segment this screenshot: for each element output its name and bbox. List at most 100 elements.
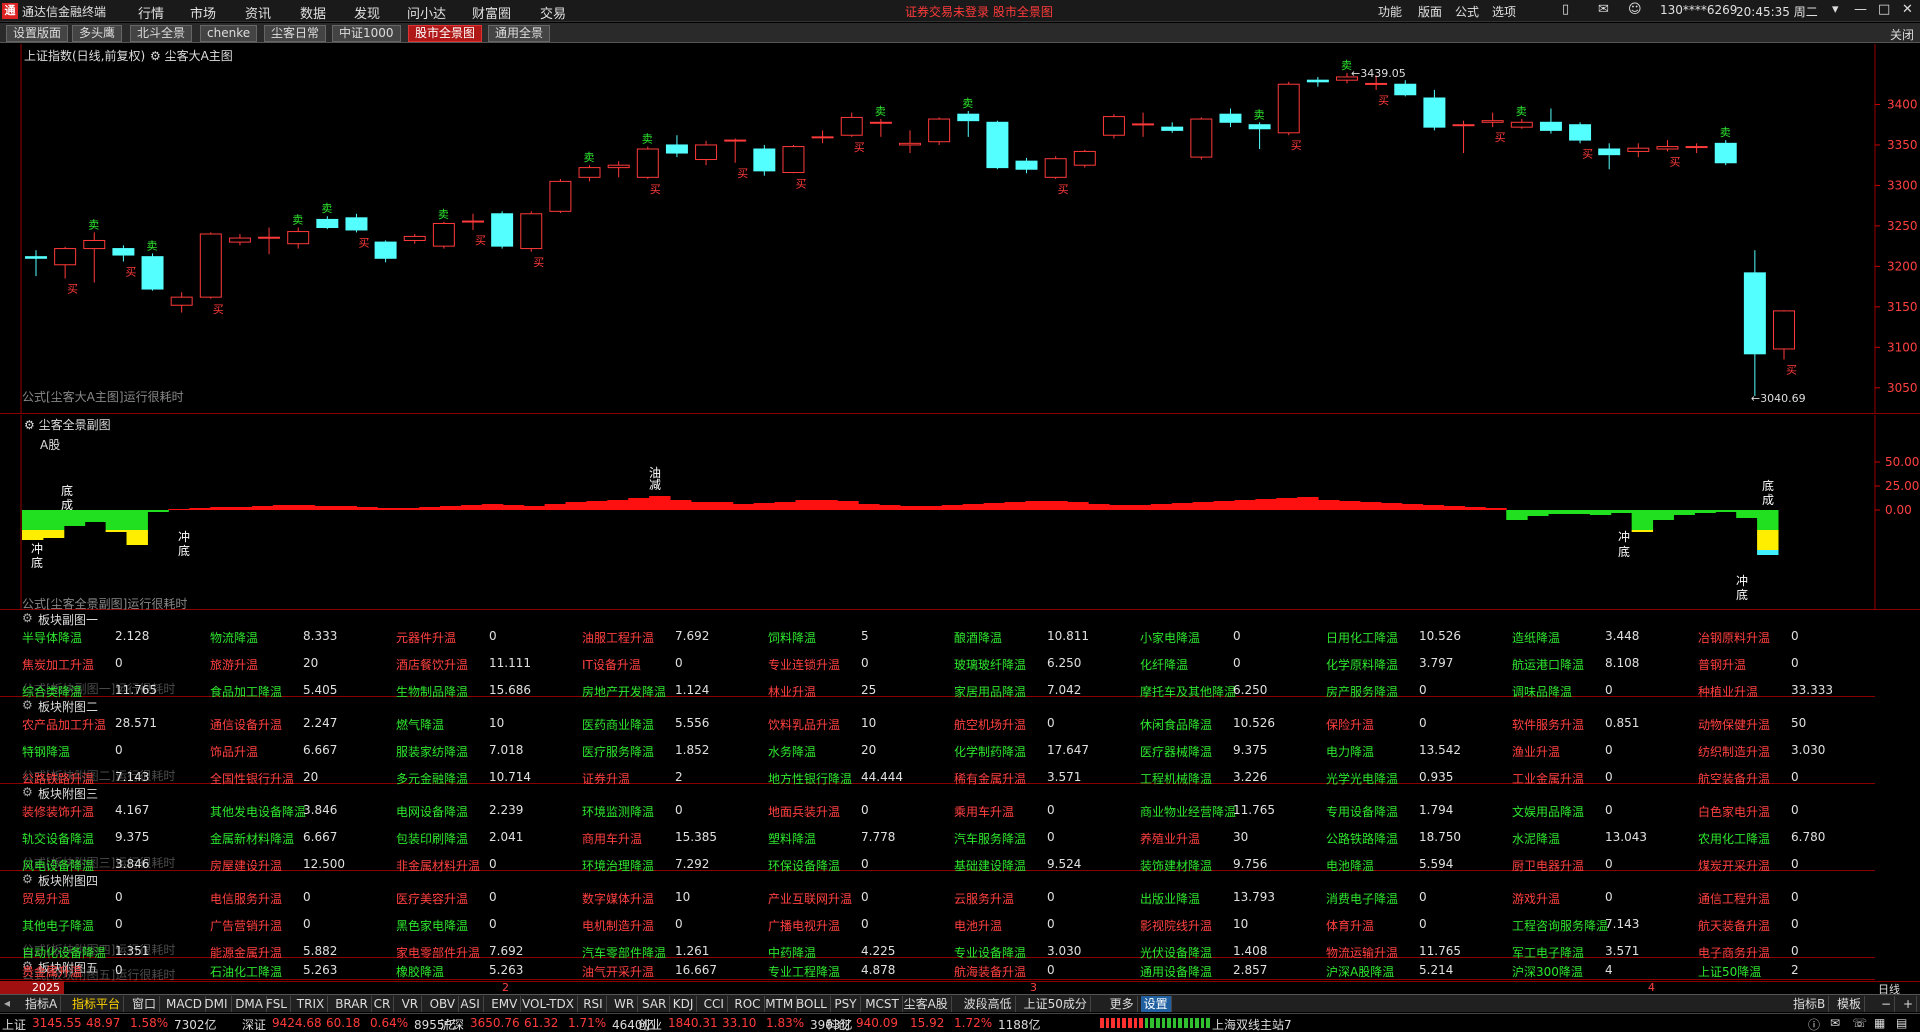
sector-name[interactable]: 饲料降温 [768,629,816,646]
indicator-tab[interactable]: RSI [580,996,607,1012]
scroll-left-icon[interactable]: ◂ [4,996,10,1010]
gear-icon[interactable]: ⚙ [22,698,33,712]
indicator-tab[interactable]: WR [611,996,639,1012]
sector-name[interactable]: 专用设备降温 [1326,803,1398,820]
sector-name[interactable]: 饰品升温 [210,743,258,760]
sector-name[interactable]: IT设备升温 [582,656,641,673]
menu-item-market[interactable]: 市场 [190,3,216,22]
menu-options[interactable]: 选项 [1492,3,1516,20]
grid-icon[interactable]: ▤ [1896,1016,1907,1030]
sector-name[interactable]: 航运港口降温 [1512,656,1584,673]
sector-name[interactable]: 黑色家电降温 [396,917,468,934]
sector-name[interactable]: 油服工程升温 [582,629,654,646]
sector-name[interactable]: 焦炭加工升温 [22,656,94,673]
gear-icon[interactable]: ⚙ [22,611,33,625]
sector-name[interactable]: 特钢降温 [22,743,70,760]
sector-panel[interactable]: ⚙ 板块附图二 公式[板块附图二]运行很耗时 农产品加工升温 28.571 通信设备升温 2… [0,697,1875,786]
sector-name[interactable]: 化学制药降温 [954,743,1026,760]
indicator-tab[interactable]: 设置 [1140,996,1172,1012]
index-name[interactable]: 沪深 [440,1016,464,1032]
server-name[interactable]: 上海双线主站7 [1212,1016,1292,1032]
maximize-icon[interactable]: □ [1878,2,1890,17]
index-name[interactable]: 创业 [638,1016,662,1032]
indicator-tab[interactable]: 指标A [22,996,62,1012]
indicator-tab[interactable]: OBV [427,996,460,1012]
info-icon[interactable]: ⓘ [1808,1016,1820,1032]
sector-name[interactable]: 半导体降温 [22,629,82,646]
sector-name[interactable]: 商用车升温 [582,830,642,847]
sector-name[interactable]: 贸易升温 [22,890,70,907]
gear-icon[interactable]: ⚙ [150,49,165,63]
sector-name[interactable]: 电池升温 [954,917,1002,934]
sector-name[interactable]: 通信设备升温 [210,716,282,733]
sector-name[interactable]: 石油化工降温 [210,963,282,980]
phone-icon[interactable]: ☏ [1852,1016,1867,1030]
sector-name[interactable]: 医疗器械降温 [1140,743,1212,760]
mail-icon[interactable]: ✉ [1598,2,1609,17]
sector-name[interactable]: 包装印刷降温 [396,830,468,847]
index-name[interactable]: 深证 [242,1016,266,1032]
indicator-tab[interactable]: 窗口 [129,996,161,1012]
tab-settings-layout[interactable]: 设置版面 [6,25,69,42]
indicator-tab[interactable]: VR [399,996,423,1012]
indicator-tab[interactable]: KDJ [670,996,698,1012]
sector-name[interactable]: 塑料降温 [768,830,816,847]
sector-name[interactable]: 出版业降温 [1140,890,1200,907]
menu-item-discover[interactable]: 发现 [354,3,380,22]
indicator-tab[interactable]: DMA [232,996,267,1012]
sector-name[interactable]: 环境监测降温 [582,803,654,820]
main-chart-panel[interactable]: 3050 3100 3150 3200 3250 3300 3350 3400 卖卖卖卖卖卖卖卖… [0,44,1920,414]
indicator-tab[interactable]: MCST [862,996,903,1012]
sector-name[interactable]: 金属新材料降温 [210,830,294,847]
sector-name[interactable]: 玻璃玻纤降温 [954,656,1026,673]
sector-name[interactable]: 纺织制造升温 [1698,743,1770,760]
sector-name[interactable]: 水务降温 [768,743,816,760]
indicator-tab[interactable]: CR [371,996,395,1012]
sector-name[interactable]: 影视院线升温 [1140,917,1212,934]
indicator-right-button[interactable]: 模板 [1834,996,1866,1012]
indicator-tab[interactable]: FSL [263,996,291,1012]
indicator-tab[interactable]: SAR [639,996,671,1012]
tab-chenke-daily[interactable]: 尘客日常 [264,25,327,42]
sector-name[interactable]: 油气开采升温 [582,963,654,980]
indicator-tab[interactable]: 指标平台 [69,996,125,1012]
sector-name[interactable]: 乘用车升温 [954,803,1014,820]
indicator-tab[interactable]: 上证50成分 [1021,996,1091,1012]
indicator-name[interactable]: ⚙ 尘客大A主图 [150,47,233,64]
sector-name[interactable]: 广告营销升温 [210,917,282,934]
chart-icon[interactable]: ▦ [1874,1016,1885,1030]
sector-name[interactable]: 元器件升温 [396,629,456,646]
tab-market-panorama[interactable]: 股市全景图 [408,25,483,42]
sector-name[interactable]: 冶钢原料升温 [1698,629,1770,646]
sector-name[interactable]: 白色家电升温 [1698,803,1770,820]
account-id[interactable]: 130****6269 [1660,3,1737,17]
indicator-tab[interactable]: 波段高低 [961,996,1016,1012]
tab-csi1000[interactable]: 中证1000 [332,25,401,42]
menu-layout[interactable]: 版面 [1418,3,1442,20]
indicator-tab[interactable]: ASI [457,996,484,1012]
sector-name[interactable]: 装修装饰升温 [22,803,94,820]
sector-name[interactable]: 贵金属升温 [22,963,82,980]
sector-name[interactable]: 医疗服务降温 [582,743,654,760]
menu-item-data[interactable]: 数据 [300,3,326,22]
menu-formula[interactable]: 公式 [1455,3,1479,20]
tab-beidou[interactable]: 北斗全景 [130,25,193,42]
sector-name[interactable]: 航天装备升温 [1698,917,1770,934]
sector-name[interactable]: 普钢升温 [1698,656,1746,673]
indicator-tab[interactable]: VOL-TDX [519,996,578,1012]
signal-lights-icon[interactable] [1100,1018,1210,1028]
sector-name[interactable]: 医疗美容升温 [396,890,468,907]
tab-bull-eagle[interactable]: 多头鹰 [72,25,123,42]
sector-name[interactable]: 橡胶降温 [396,963,444,980]
user-icon[interactable]: ☺ [1628,2,1642,17]
sub-chart-panel[interactable]: 50.00 25.00 0.00 底成冲底冲底油减冲底底成冲底 ⚙ 尘客全景副图 A股… [0,415,1920,611]
indicator-tab[interactable]: BOLL [793,996,831,1012]
menu-item-quotes[interactable]: 行情 [138,3,164,22]
sector-name[interactable]: 上证50降温 [1698,963,1761,980]
sector-name[interactable]: 水泥降温 [1512,830,1560,847]
sector-name[interactable]: 文娱用品降温 [1512,803,1584,820]
sector-name[interactable]: 服装家纺降温 [396,743,468,760]
indicator-right-button[interactable]: − [1878,996,1896,1012]
menu-item-trade[interactable]: 交易 [540,3,566,22]
sector-name[interactable]: 农产品加工升温 [22,716,106,733]
